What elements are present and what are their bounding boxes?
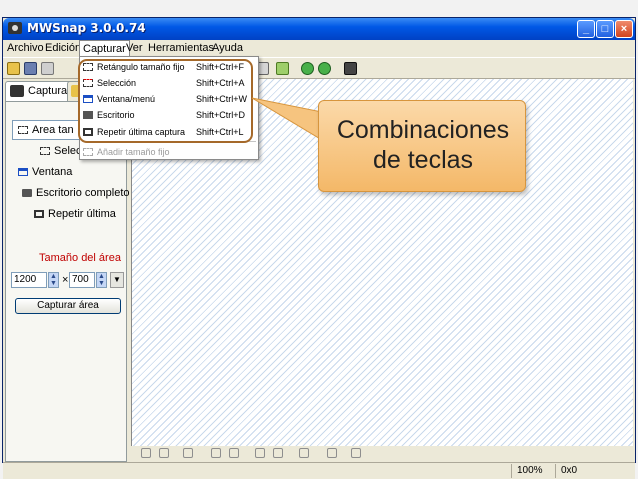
desktop-icon bbox=[22, 189, 32, 198]
option-area-tamano[interactable]: Area tan bbox=[18, 124, 74, 136]
shortcuts-highlight-frame bbox=[78, 59, 253, 143]
window-icon bbox=[18, 168, 28, 177]
height-spinner[interactable]: ▲ ▼ bbox=[96, 272, 107, 288]
option-ventana[interactable]: Ventana bbox=[18, 166, 72, 178]
fixed-rectangle-icon bbox=[18, 126, 28, 135]
zoom-icon[interactable] bbox=[159, 448, 169, 458]
times-sign: × bbox=[62, 274, 69, 286]
menu-capturar[interactable]: Capturar bbox=[79, 40, 130, 57]
camera-icon bbox=[8, 22, 22, 34]
redo-icon[interactable] bbox=[273, 448, 283, 458]
menu-bar: Archivo Edición Capturar Ver Herramienta… bbox=[3, 40, 635, 57]
color-icon[interactable] bbox=[351, 448, 361, 458]
close-button[interactable]: × bbox=[615, 20, 633, 38]
menu-archivo[interactable]: Archivo bbox=[7, 42, 44, 54]
green-print-icon[interactable] bbox=[301, 62, 314, 75]
status-divider bbox=[555, 464, 556, 478]
maximize-button[interactable]: □ bbox=[596, 20, 614, 38]
crop-icon[interactable] bbox=[229, 448, 239, 458]
option-escritorio[interactable]: Escritorio completo bbox=[22, 187, 130, 199]
window-title: MWSnap 3.0.0.74 bbox=[27, 21, 146, 35]
frame-icon[interactable] bbox=[327, 448, 337, 458]
undo-icon[interactable] bbox=[255, 448, 265, 458]
cursor-coords: 0x0 bbox=[561, 465, 578, 476]
option-repetir[interactable]: Repetir última bbox=[34, 208, 116, 220]
menu-item-anadir-tamano[interactable]: Añadir tamaño fijo bbox=[80, 144, 258, 160]
zoom-in-icon[interactable] bbox=[141, 448, 151, 458]
draw-icon[interactable] bbox=[299, 448, 309, 458]
size-dropdown[interactable]: ▼ bbox=[110, 272, 124, 288]
camera-icon bbox=[10, 85, 24, 97]
paste-icon[interactable] bbox=[211, 448, 221, 458]
height-input[interactable]: 700 bbox=[69, 272, 95, 288]
status-bar: 100% 0x0 bbox=[3, 462, 635, 479]
minimize-button[interactable]: _ bbox=[577, 20, 595, 38]
tab-captura-label: Captura bbox=[28, 85, 68, 97]
tab-captura[interactable]: Captura bbox=[5, 81, 73, 101]
print-icon[interactable] bbox=[41, 62, 54, 75]
callout-line-2: de teclas bbox=[372, 146, 474, 174]
bottom-toolbar bbox=[131, 446, 633, 462]
zoom-out-icon[interactable] bbox=[183, 448, 193, 458]
green-save-icon[interactable] bbox=[318, 62, 331, 75]
callout-text: Combinaciones de teclas bbox=[319, 115, 527, 175]
open-folder-icon[interactable] bbox=[7, 62, 20, 75]
status-divider bbox=[511, 464, 512, 478]
callout-line-1: Combinaciones bbox=[336, 116, 510, 144]
area-size-label: Tamaño del área bbox=[39, 252, 121, 264]
menu-herramientas[interactable]: Herramientas bbox=[148, 42, 214, 54]
add-fixed-size-icon bbox=[83, 148, 93, 156]
menu-ver[interactable]: Ver bbox=[126, 42, 143, 54]
menu-edicion[interactable]: Edición bbox=[45, 42, 81, 54]
repeat-capture-icon bbox=[34, 210, 44, 219]
image-icon[interactable] bbox=[276, 62, 289, 75]
selection-icon bbox=[40, 147, 50, 156]
zoom-level: 100% bbox=[517, 465, 543, 476]
title-bar[interactable]: MWSnap 3.0.0.74 _ □ × bbox=[3, 18, 635, 40]
save-icon[interactable] bbox=[24, 62, 37, 75]
option-seleccion[interactable]: Selec bbox=[40, 145, 82, 157]
menu-ayuda[interactable]: Ayuda bbox=[212, 42, 243, 54]
callout-box: Combinaciones de teclas bbox=[318, 100, 526, 192]
capture-area-button[interactable]: Capturar área bbox=[15, 298, 121, 314]
width-spinner[interactable]: ▲ ▼ bbox=[48, 272, 59, 288]
width-input[interactable]: 1200 bbox=[11, 272, 47, 288]
exit-icon[interactable] bbox=[344, 62, 357, 75]
